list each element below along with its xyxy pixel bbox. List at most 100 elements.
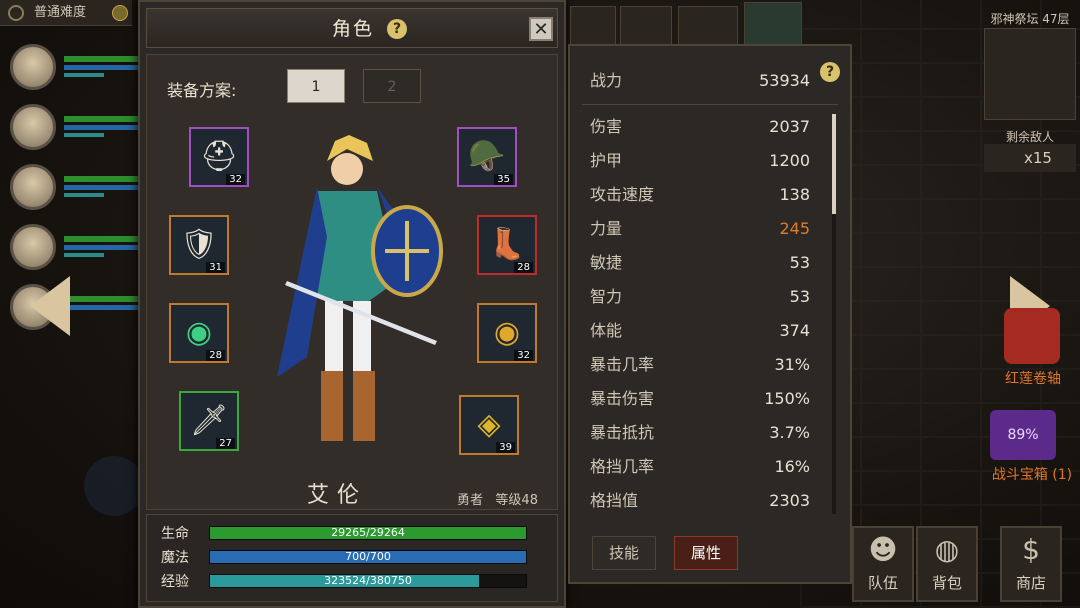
party-member-5[interactable]: [10, 284, 140, 332]
equip-set-tab-2[interactable]: 2: [363, 69, 421, 103]
stat-row: 格挡值 2303: [590, 486, 810, 516]
character-panel: 角色 ? ✕ 装备方案: 1 2 ⛑ 32 🪖 35 🛡 31 👢 28 ◉ 28 ◉ 32…: [138, 0, 566, 608]
help-icon[interactable]: ?: [387, 19, 407, 39]
stat-label: 暴击伤害: [590, 389, 655, 408]
stat-row: 暴击伤害 150%: [590, 384, 810, 414]
panel-title: 角色: [331, 18, 374, 40]
team-button[interactable]: ☻ 队伍: [852, 526, 914, 602]
minimap[interactable]: [984, 28, 1076, 120]
stat-row: 格挡几率 16%: [590, 452, 810, 482]
power-row: 战力 53934: [590, 66, 810, 96]
scrollbar[interactable]: [832, 114, 836, 514]
close-button[interactable]: ✕: [529, 17, 553, 41]
enemies-label: 剩余敌人: [1005, 130, 1054, 144]
avatar: [10, 104, 56, 150]
item-tab[interactable]: [744, 2, 802, 46]
slot-ring-green[interactable]: ◉ 28: [169, 303, 229, 363]
altar-label: 邪神祭坛 47层: [990, 12, 1070, 26]
stat-row: 敏捷 53: [590, 248, 810, 278]
equipment-area: 装备方案: 1 2 ⛑ 32 🪖 35 🛡 31 👢 28 ◉ 28 ◉ 32 🗡 27 ◈ 3…: [146, 54, 558, 510]
stat-value: 3.7%: [769, 423, 810, 442]
chest-label: 战斗宝箱 (1): [991, 467, 1073, 483]
party-member-4[interactable]: [10, 224, 140, 272]
slot-armor[interactable]: 🛡 31: [169, 215, 229, 275]
party-member-2[interactable]: [10, 104, 140, 152]
stat-label: 伤害: [590, 117, 623, 136]
stat-row: 智力 53: [590, 282, 810, 312]
scroll-icon[interactable]: [1004, 308, 1060, 364]
slot-shield[interactable]: ◈ 39: [459, 395, 519, 455]
stat-value: 53: [789, 287, 810, 306]
stat-value: 150%: [764, 389, 810, 408]
hp-bar: [64, 296, 140, 302]
stat-row: 暴击抵抗 3.7%: [590, 418, 810, 448]
slot-ring-gold[interactable]: ◉ 32: [477, 303, 537, 363]
party-member-3[interactable]: [10, 164, 140, 212]
stat-value: 2303: [769, 491, 810, 510]
stat-row: 攻击速度 138: [590, 180, 810, 210]
help-icon[interactable]: ?: [820, 62, 840, 82]
stat-label: 力量: [590, 219, 623, 238]
party-member-1[interactable]: [10, 44, 140, 92]
equip-set-tab-1[interactable]: 1: [287, 69, 345, 103]
stat-label: 体能: [590, 321, 623, 340]
avatar: [10, 224, 56, 270]
stat-label: 格挡值: [590, 491, 639, 510]
stat-label: 暴击抵抗: [590, 423, 655, 442]
enemies-count: x15: [984, 144, 1076, 172]
slot-head-accessory[interactable]: 🪖 35: [457, 127, 517, 187]
stat-label: 攻击速度: [590, 185, 655, 204]
mp-bar: [64, 185, 140, 190]
slot-boots[interactable]: 👢 28: [477, 215, 537, 275]
avatar: [10, 44, 56, 90]
hp-bar: [64, 236, 140, 242]
difficulty-label: 普通难度: [34, 5, 87, 20]
gear-icon[interactable]: [8, 5, 24, 21]
resource-bars: 生命 29265/29264 魔法 700/700 经验 323524/3807…: [146, 514, 558, 602]
hp-bar: [64, 116, 140, 122]
slot-helmet[interactable]: ⛑ 32: [189, 127, 249, 187]
mp-bar: [64, 65, 140, 70]
mp-row: 魔法 700/700: [161, 547, 545, 567]
slot-weapon[interactable]: 🗡 27: [179, 391, 239, 451]
stat-row: 伤害 2037: [590, 112, 810, 142]
difficulty-bar[interactable]: 普通难度: [0, 0, 132, 26]
mp-bar: [64, 305, 140, 310]
chest-icon[interactable]: 89%: [990, 410, 1056, 460]
stat-row: 护甲 1200: [590, 146, 810, 176]
equip-set-label: 装备方案:: [167, 81, 237, 100]
stat-value: 31%: [774, 355, 810, 374]
prev-arrow-icon[interactable]: [30, 276, 70, 336]
stats-panel: 战力 53934 ? 伤害 2037 护甲 1200 攻击速度 138 力量 245 敏捷 53 智…: [568, 44, 852, 584]
hero-level: 等级48: [495, 493, 538, 508]
stat-value: 16%: [774, 457, 810, 476]
bag-button[interactable]: ◍ 背包: [916, 526, 978, 602]
bag-icon: ◍: [934, 533, 960, 566]
scrollbar-thumb[interactable]: [832, 114, 836, 214]
avatar: [10, 164, 56, 210]
hero-class: 勇者 等级48: [457, 493, 538, 508]
xp-row: 经验 323524/380750: [161, 571, 545, 591]
panel-header: 角色 ? ✕: [146, 8, 558, 48]
stat-label: 暴击几率: [590, 355, 655, 374]
xp-bar: [64, 73, 104, 77]
tab-skills[interactable]: 技能: [592, 536, 656, 570]
stat-label: 智力: [590, 287, 623, 306]
stat-label: 护甲: [590, 151, 623, 170]
mp-value: 700/700: [345, 550, 391, 563]
hp-bar: [64, 56, 140, 62]
item-tab[interactable]: [678, 6, 738, 46]
tab-attributes[interactable]: 属性: [674, 536, 738, 570]
item-tab[interactable]: [570, 6, 616, 46]
xp-bar: [64, 133, 104, 137]
stat-label: 敏捷: [590, 253, 623, 272]
shop-icon: $: [1022, 533, 1040, 566]
hero-portrait: [277, 135, 443, 441]
shop-button[interactable]: $ 商店: [1000, 526, 1062, 602]
xp-bar: [64, 253, 104, 257]
joystick[interactable]: [84, 456, 144, 516]
xp-bar: [64, 193, 104, 197]
item-tab[interactable]: [620, 6, 672, 46]
hp-bar: [64, 176, 140, 182]
stat-row: 体能 374: [590, 316, 810, 346]
